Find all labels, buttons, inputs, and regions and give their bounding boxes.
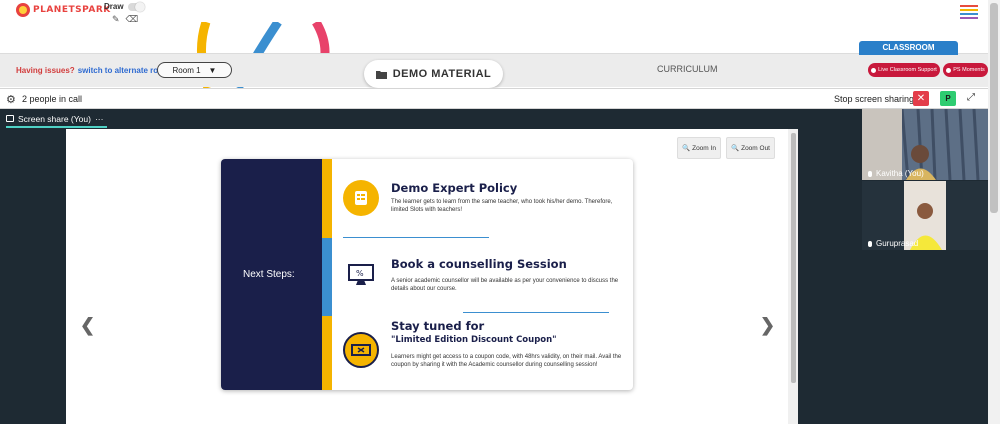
slide-sidebar: Next Steps: bbox=[221, 159, 322, 390]
ps-moments-button[interactable]: PS Moments bbox=[943, 63, 988, 77]
logo-icon bbox=[16, 3, 30, 17]
room-nav-bar: Having issues? switch to alternate room R… bbox=[0, 53, 1000, 88]
fullscreen-icon[interactable]: ⤢ bbox=[967, 92, 975, 103]
folder-icon bbox=[375, 70, 387, 79]
item-description: A senior academic counsellor will be ava… bbox=[391, 278, 619, 292]
participant-name: Kavitha (You) bbox=[868, 169, 924, 178]
issue-notice: Having issues? switch to alternate room bbox=[16, 66, 170, 75]
item-title: Stay tuned for bbox=[391, 319, 485, 333]
zoom-in-icon: 🔍 bbox=[682, 145, 691, 152]
divider bbox=[463, 312, 609, 313]
screen-share-tab[interactable]: Screen share (You) ··· bbox=[6, 111, 108, 128]
issue-text: Having issues? bbox=[16, 66, 75, 75]
ps-moments-label: PS Moments bbox=[953, 67, 985, 73]
zoom-out-label: Zoom Out bbox=[741, 144, 770, 152]
next-slide-arrow[interactable]: ❯ bbox=[760, 315, 775, 336]
participant-name-text: Kavitha (You) bbox=[876, 169, 924, 178]
monitor-percent-icon: % bbox=[343, 256, 379, 292]
stripe-yellow-bottom bbox=[322, 316, 332, 390]
menu-icon[interactable] bbox=[960, 5, 978, 21]
draw-control: Draw ✎ ⌫ bbox=[104, 2, 145, 24]
divider bbox=[343, 237, 489, 238]
shared-document: 🔍 Zoom In 🔍 Zoom Out ❮ ❯ Next Steps: Dem… bbox=[66, 129, 788, 424]
more-options-icon[interactable]: ··· bbox=[95, 114, 104, 124]
screen-share-area: Screen share (You) ··· 🔍 Zoom In 🔍 Zoom … bbox=[0, 109, 862, 424]
draw-toggle[interactable] bbox=[128, 2, 145, 12]
demo-material-label: DEMO MATERIAL bbox=[392, 68, 492, 80]
draw-label: Draw bbox=[104, 2, 124, 11]
logo-text: PLANETSPARK bbox=[33, 5, 111, 15]
page-scroll-thumb[interactable] bbox=[990, 3, 998, 213]
item-description: Learners might get access to a coupon co… bbox=[391, 354, 622, 368]
item-description: The learner gets to learn from the same … bbox=[391, 199, 613, 213]
zoom-out-button[interactable]: 🔍 Zoom Out bbox=[726, 137, 775, 159]
item-title: Book a counselling Session bbox=[391, 257, 567, 271]
slide: Next Steps: Demo Expert Policy The learn… bbox=[221, 159, 633, 390]
zoom-in-label: Zoom In bbox=[692, 144, 716, 152]
zoom-out-icon: 🔍 bbox=[731, 145, 740, 152]
planetspark-logo: PLANETSPARK bbox=[16, 3, 111, 17]
policy-icon bbox=[343, 180, 379, 216]
room-select[interactable]: Room 1 ▼ bbox=[157, 62, 232, 78]
participants-panel: Kavitha (You) Guruprasad bbox=[862, 108, 988, 424]
item-title: Demo Expert Policy bbox=[391, 181, 518, 195]
svg-text:%: % bbox=[356, 269, 364, 278]
live-icon bbox=[871, 67, 877, 73]
room-select-value: Room 1 bbox=[172, 65, 201, 75]
next-steps-heading: Next Steps: bbox=[243, 269, 295, 280]
video-tile[interactable]: Kavitha (You) bbox=[862, 108, 988, 181]
classroom-tab[interactable]: CLASSROOM bbox=[859, 41, 958, 55]
coupon-icon bbox=[343, 332, 379, 368]
video-tile[interactable]: Guruprasad bbox=[862, 181, 988, 250]
people-count: 2 people in call bbox=[22, 94, 83, 104]
stop-sharing-button[interactable]: ✕ bbox=[913, 91, 929, 106]
participant-badge[interactable]: P bbox=[940, 91, 956, 106]
participant-name: Guruprasad bbox=[868, 239, 918, 248]
pencil-icon[interactable]: ✎ bbox=[112, 14, 120, 25]
document-scroll-thumb[interactable] bbox=[791, 133, 796, 383]
item-subtitle: "Limited Edition Discount Coupon" bbox=[391, 335, 557, 345]
curriculum-tab[interactable]: CURRICULUM bbox=[657, 64, 718, 74]
moments-icon bbox=[946, 67, 952, 73]
screen-icon bbox=[6, 115, 14, 122]
microphone-icon bbox=[868, 240, 872, 247]
caret-down-icon: ▼ bbox=[208, 65, 217, 75]
previous-slide-arrow[interactable]: ❮ bbox=[80, 315, 95, 336]
zoom-in-button[interactable]: 🔍 Zoom In bbox=[677, 137, 721, 159]
gear-icon[interactable]: ⚙ bbox=[6, 93, 16, 106]
live-support-button[interactable]: Live Classroom Support bbox=[868, 63, 940, 77]
call-bar: ⚙ 2 people in call Stop screen sharing ✕… bbox=[0, 88, 988, 109]
eraser-icon[interactable]: ⌫ bbox=[126, 14, 139, 25]
stop-sharing-label: Stop screen sharing bbox=[834, 94, 915, 104]
stripe-blue bbox=[322, 238, 332, 316]
live-support-label: Live Classroom Support bbox=[878, 67, 937, 73]
microphone-icon bbox=[868, 170, 872, 177]
demo-material-button[interactable]: DEMO MATERIAL bbox=[364, 60, 503, 88]
top-header: PLANETSPARK Draw ✎ ⌫ bbox=[0, 0, 1000, 24]
screen-share-label: Screen share (You) bbox=[18, 113, 91, 124]
stripe-yellow bbox=[322, 159, 332, 238]
participant-name-text: Guruprasad bbox=[876, 239, 919, 248]
